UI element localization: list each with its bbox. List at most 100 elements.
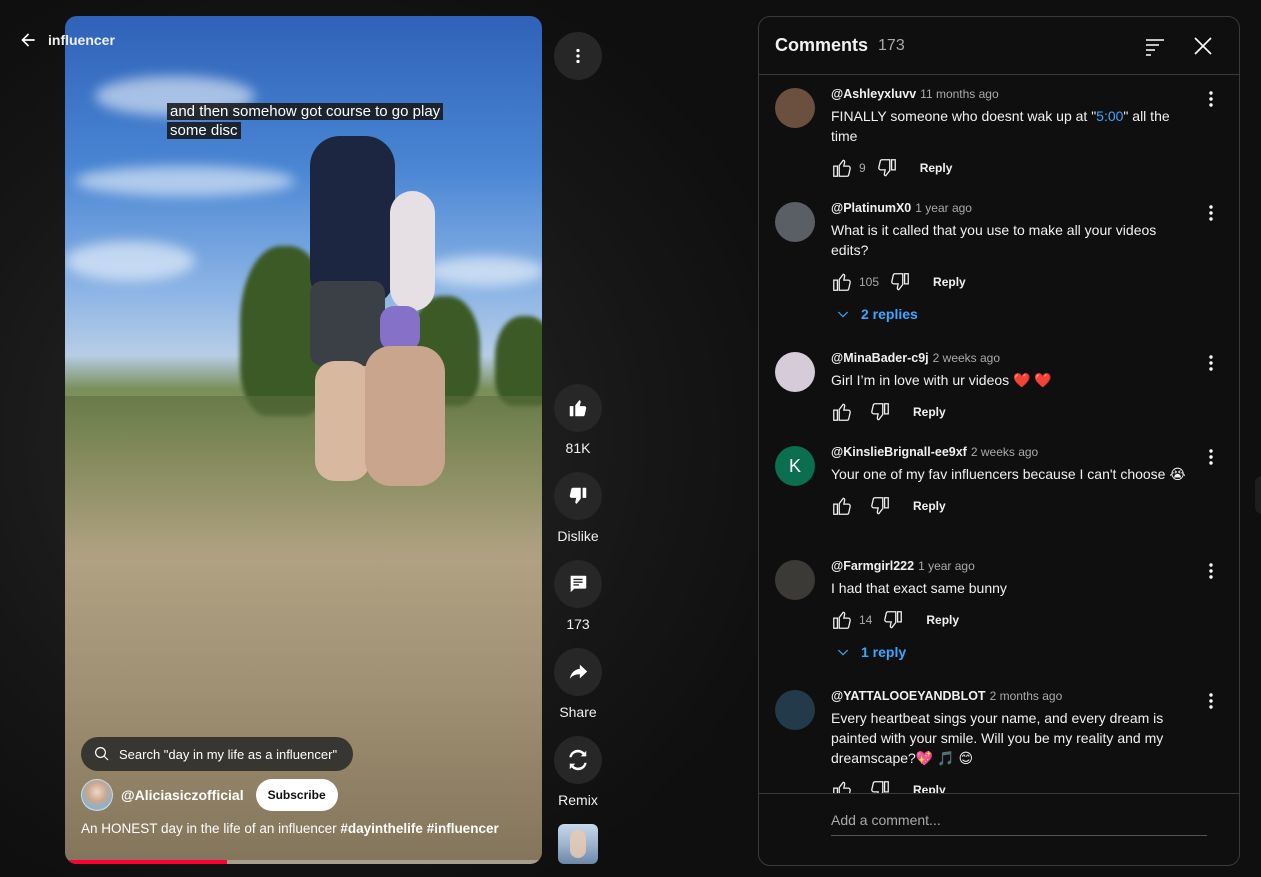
channel-row: @Aliciasiczofficial Subscribe bbox=[81, 779, 338, 811]
panel-edge-handle bbox=[1255, 476, 1261, 514]
comment-meta: @Farmgirl222 1 year ago bbox=[831, 559, 1187, 573]
reply-button[interactable]: Reply bbox=[920, 161, 953, 175]
comment-actions: 105 Reply bbox=[831, 270, 1187, 294]
replies-label: 1 reply bbox=[861, 644, 907, 660]
remix-source-thumbnail[interactable] bbox=[558, 824, 598, 864]
remix-action: Remix bbox=[554, 736, 602, 808]
related-search-chip[interactable]: Search "day in my life as a influencer" bbox=[81, 737, 354, 771]
thumbs-down-icon[interactable] bbox=[869, 779, 891, 793]
comments-button[interactable] bbox=[554, 560, 602, 608]
comment-author[interactable]: @MinaBader-c9j bbox=[831, 351, 929, 365]
comment-meta: @MinaBader-c9j 2 weeks ago bbox=[831, 351, 1187, 365]
comment-text-part: What is it called that you use to make a… bbox=[831, 222, 1157, 258]
comment-author[interactable]: @Farmgirl222 bbox=[831, 559, 914, 573]
more-vert-icon[interactable] bbox=[1199, 201, 1223, 225]
cloud bbox=[75, 166, 295, 196]
comment-actions: Reply bbox=[831, 400, 1187, 424]
person-legs bbox=[315, 361, 370, 481]
comment-like-count: 14 bbox=[859, 613, 873, 627]
more-vert-icon[interactable] bbox=[1199, 351, 1223, 375]
thumbs-down-icon[interactable] bbox=[876, 157, 898, 179]
like-count: 81K bbox=[565, 440, 591, 456]
more-vert-icon[interactable] bbox=[1199, 445, 1223, 469]
more-options-button[interactable] bbox=[554, 32, 602, 80]
comment-avatar[interactable] bbox=[775, 690, 815, 730]
comment-actions: 9 Reply bbox=[831, 156, 1187, 180]
comment-avatar[interactable] bbox=[775, 88, 815, 128]
comment-body: @YATTALOOEYANDBLOT 2 months ago Every hear… bbox=[831, 689, 1187, 793]
more-vert-icon[interactable] bbox=[1199, 87, 1223, 111]
comment-text-part: Every heartbeat sings your name, and eve… bbox=[831, 710, 1164, 766]
thumbs-down-icon[interactable] bbox=[869, 401, 891, 423]
thumbs-up-icon[interactable] bbox=[831, 779, 853, 793]
more-vert-icon bbox=[576, 48, 580, 64]
comments-list: @Ashleyxluvv 11 months ago FINALLY someone… bbox=[759, 75, 1239, 793]
more-vert-icon[interactable] bbox=[1199, 559, 1223, 583]
view-replies-button[interactable]: 1 reply bbox=[835, 644, 1187, 660]
short-video-player[interactable]: and then somehow got course to go play s… bbox=[65, 16, 542, 864]
thumbs-up-icon[interactable] bbox=[831, 495, 853, 517]
thumbs-down-icon[interactable] bbox=[869, 495, 891, 517]
view-replies-button[interactable]: 2 replies bbox=[835, 306, 1187, 322]
comment-text-part: FINALLY someone who doesnt wak up at " bbox=[831, 108, 1097, 124]
back-button[interactable]: influencer bbox=[18, 30, 115, 50]
more-vert-icon[interactable] bbox=[1199, 689, 1223, 713]
share-icon bbox=[569, 664, 588, 679]
comment-text: Your one of my fav influencers because I… bbox=[831, 464, 1187, 484]
comment-text: What is it called that you use to make a… bbox=[831, 220, 1187, 260]
reply-button[interactable]: Reply bbox=[913, 499, 946, 513]
add-comment-input[interactable]: Add a comment... bbox=[831, 810, 1207, 836]
share-button[interactable] bbox=[554, 648, 602, 696]
video-progress-bar[interactable] bbox=[65, 860, 542, 864]
person-figure bbox=[390, 191, 435, 311]
thumbs-up-icon[interactable] bbox=[831, 271, 853, 293]
comment-meta: @YATTALOOEYANDBLOT 2 months ago bbox=[831, 689, 1187, 703]
video-description[interactable]: An HONEST day in the life of an influenc… bbox=[81, 821, 499, 836]
subscribe-button[interactable]: Subscribe bbox=[255, 779, 338, 811]
dislike-button[interactable] bbox=[554, 472, 602, 520]
hashtag-link[interactable]: #dayinthelife bbox=[340, 821, 423, 836]
comment-time[interactable]: 2 months ago bbox=[990, 689, 1063, 703]
thumbs-up-icon[interactable] bbox=[831, 157, 853, 179]
arrow-left-icon bbox=[21, 33, 35, 47]
like-action: 81K bbox=[554, 384, 602, 456]
comment-actions: Reply bbox=[831, 494, 1187, 518]
search-chip-text: Search "day in my life as a influencer" bbox=[119, 746, 338, 762]
tree bbox=[495, 316, 542, 406]
comment-time[interactable]: 2 weeks ago bbox=[933, 351, 1000, 365]
comment-author[interactable]: @KinslieBrignall-ee9xf bbox=[831, 445, 967, 459]
thumbs-down-icon[interactable] bbox=[889, 271, 911, 293]
timestamp-link[interactable]: 5:00 bbox=[1096, 108, 1123, 124]
channel-name[interactable]: @Aliciasiczofficial bbox=[121, 787, 244, 803]
comment-avatar[interactable] bbox=[775, 352, 815, 392]
reply-button[interactable]: Reply bbox=[926, 613, 959, 627]
channel-avatar[interactable] bbox=[81, 779, 113, 811]
hashtag-link[interactable]: #influencer bbox=[427, 821, 499, 836]
comment-author[interactable]: @PlatinumX0 bbox=[831, 201, 911, 215]
thumbs-up-icon[interactable] bbox=[831, 609, 853, 631]
close-icon[interactable] bbox=[1191, 34, 1215, 58]
thumbs-down-icon[interactable] bbox=[882, 609, 904, 631]
remix-button[interactable] bbox=[554, 736, 602, 784]
comment-avatar[interactable] bbox=[775, 202, 815, 242]
comment-text: Every heartbeat sings your name, and eve… bbox=[831, 708, 1187, 768]
comment-time[interactable]: 1 year ago bbox=[918, 559, 975, 573]
thumbs-up-icon[interactable] bbox=[831, 401, 853, 423]
comment-time[interactable]: 1 year ago bbox=[915, 201, 972, 215]
comment-author[interactable]: @YATTALOOEYANDBLOT bbox=[831, 689, 986, 703]
comment-time[interactable]: 11 months ago bbox=[920, 87, 999, 101]
comment-author[interactable]: @Ashleyxluvv bbox=[831, 87, 916, 101]
like-button[interactable] bbox=[554, 384, 602, 432]
comment-avatar[interactable]: K bbox=[775, 446, 815, 486]
comments-title: Comments bbox=[775, 35, 869, 55]
comment-like-count: 105 bbox=[859, 275, 880, 289]
share-label: Share bbox=[559, 704, 597, 720]
reply-button[interactable]: Reply bbox=[933, 275, 966, 289]
reply-button[interactable]: Reply bbox=[913, 783, 946, 793]
comment-avatar[interactable] bbox=[775, 560, 815, 600]
reply-button[interactable]: Reply bbox=[913, 405, 946, 419]
comment-time[interactable]: 2 weeks ago bbox=[971, 445, 1038, 459]
share-action: Share bbox=[554, 648, 602, 720]
sort-icon[interactable] bbox=[1143, 34, 1167, 58]
comment-composer: Add a comment... bbox=[759, 793, 1239, 865]
